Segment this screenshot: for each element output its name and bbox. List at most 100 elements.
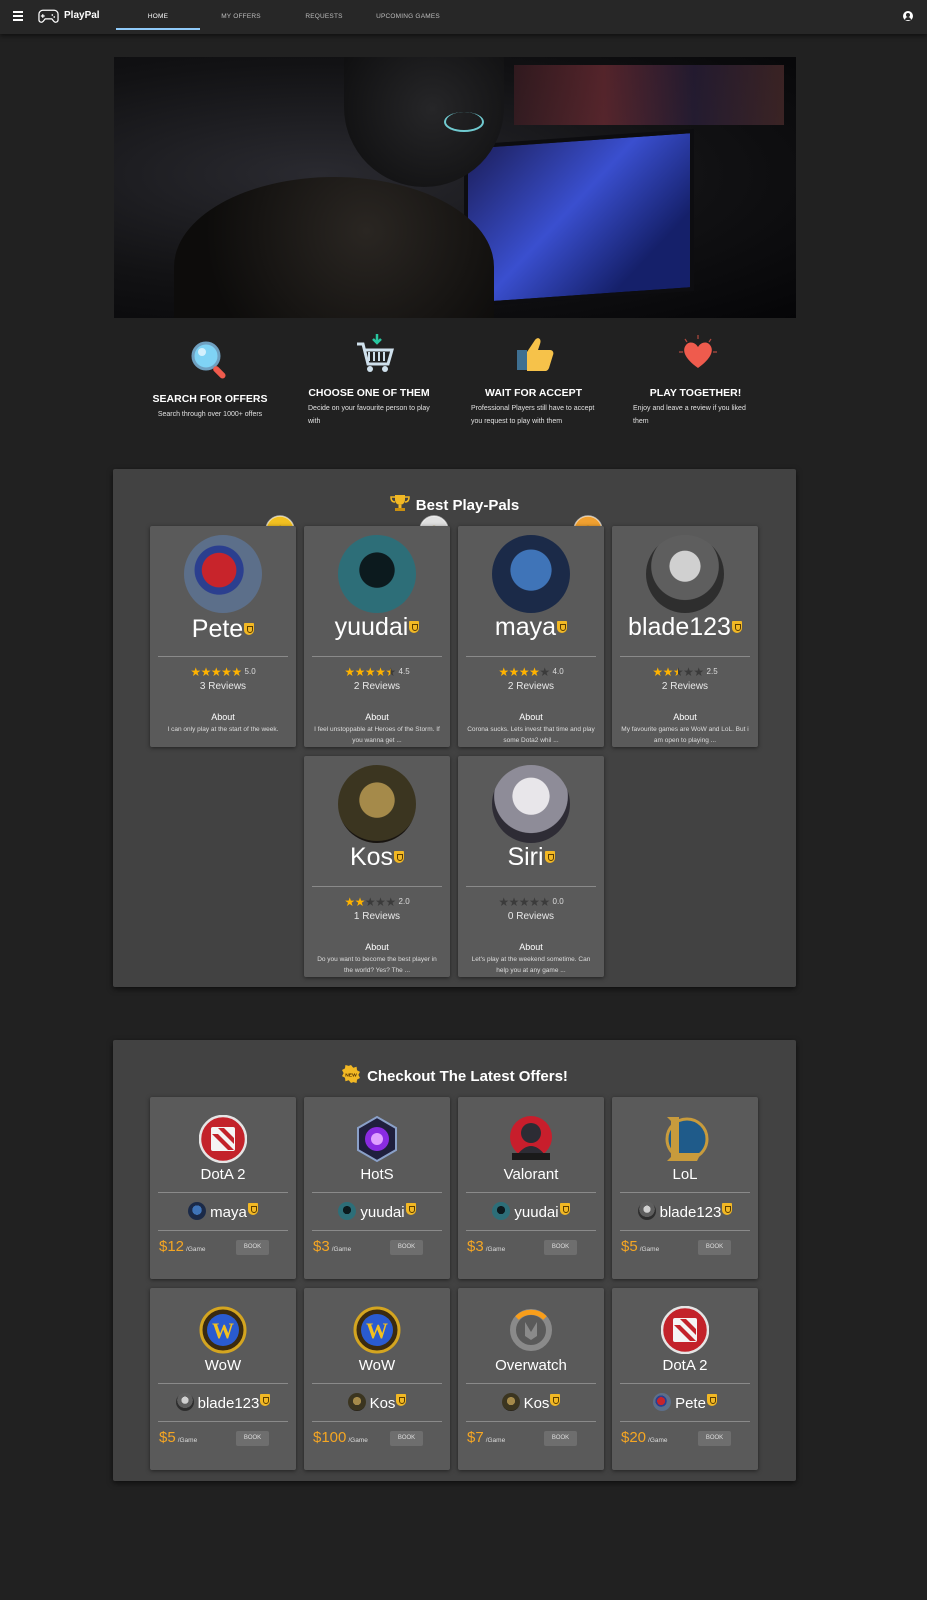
cart-icon: [357, 334, 394, 372]
offer-card[interactable]: DotA 2 Pete $20/Game BOOK: [612, 1288, 758, 1470]
star-empty-icon: ★: [508, 895, 520, 909]
thumbs-up-icon: [517, 338, 554, 371]
offer-owner[interactable]: yuudai: [304, 1202, 450, 1221]
star-icon: ★: [231, 665, 242, 679]
offer-owner[interactable]: yuudai: [458, 1202, 604, 1221]
offer-price: $12/Game: [159, 1238, 206, 1255]
offer-price: $5/Game: [159, 1429, 198, 1446]
pal-name: blade123: [612, 613, 758, 642]
star-half-icon: ★: [385, 665, 396, 679]
star-icon: ★: [498, 665, 509, 679]
verified-shield-icon: [394, 851, 405, 863]
offer-owner[interactable]: blade123: [150, 1393, 296, 1412]
step-desc: Professional Players still have to accep…: [471, 405, 595, 425]
top-app-bar: PlayPal HOME MY OFFERS REQUESTS UPCOMING…: [0, 0, 927, 34]
rating-value: 0.0: [552, 897, 564, 906]
book-button[interactable]: BOOK: [698, 1240, 731, 1255]
offer-owner[interactable]: Pete: [612, 1393, 758, 1412]
divider: [466, 1230, 596, 1231]
book-button[interactable]: BOOK: [544, 1240, 577, 1255]
play-pal-card[interactable]: Pete ★★★★★ 5.0 3 Reviews About I can onl…: [150, 526, 296, 747]
avatar: [338, 535, 416, 613]
divider: [620, 1383, 750, 1384]
game-name: WoW: [358, 1357, 396, 1374]
star-icon: ★: [518, 665, 530, 679]
star-icon: ★: [529, 665, 540, 679]
play-pal-card[interactable]: Kos ★★★★★ 2.0 1 Reviews About Do you wan…: [304, 756, 450, 977]
review-count: 2 Reviews: [353, 681, 401, 692]
play-pal-card[interactable]: Siri ★★★★★ 0.0 0 Reviews About Let's pla…: [458, 756, 604, 977]
offer-card[interactable]: HotS yuudai $3/Game BOOK: [304, 1097, 450, 1279]
step-choose: CHOOSE ONE OF THEM Decide on your favour…: [308, 387, 430, 428]
star-icon: ★: [344, 665, 355, 679]
avatar: [653, 1393, 672, 1411]
tab-my-offers[interactable]: MY OFFERS: [199, 0, 283, 34]
tab-upcoming-games[interactable]: UPCOMING GAMES: [366, 0, 450, 34]
offer-price: $20/Game: [621, 1429, 668, 1446]
about-text: Let's play at the weekend sometime. Can …: [471, 956, 591, 974]
book-button[interactable]: BOOK: [544, 1431, 577, 1446]
offer-card[interactable]: Valorant yuudai $3/Game BOOK: [458, 1097, 604, 1279]
book-button[interactable]: BOOK: [236, 1431, 269, 1446]
play-pal-card[interactable]: yuudai ★★★★★ 4.5 2 Reviews About I feel …: [304, 526, 450, 747]
divider: [620, 1192, 750, 1193]
step-title: PLAY TOGETHER!: [649, 387, 742, 399]
game-name: Overwatch: [495, 1357, 567, 1374]
game-name: HotS: [360, 1166, 394, 1183]
star-icon: ★: [508, 665, 520, 679]
divider: [158, 1230, 288, 1231]
about-text: I feel unstoppable at Heroes of the Stor…: [314, 726, 440, 744]
book-button[interactable]: BOOK: [390, 1431, 423, 1446]
avatar: [338, 765, 416, 843]
offer-card[interactable]: W WoW Kos $100/Game BOOK: [304, 1288, 450, 1470]
divider: [466, 1421, 596, 1422]
review-count: 2 Reviews: [661, 681, 709, 692]
star-empty-icon: ★: [518, 895, 530, 909]
star-empty-icon: ★: [385, 895, 396, 909]
rating-value: 2.5: [706, 667, 718, 676]
star-empty-icon: ★: [539, 665, 550, 679]
offer-owner[interactable]: blade123: [612, 1202, 758, 1221]
offer-card[interactable]: W WoW blade123 $5/Game BOOK: [150, 1288, 296, 1470]
star-icon: ★: [200, 665, 212, 679]
divider: [620, 1421, 750, 1422]
offer-owner[interactable]: Kos: [304, 1393, 450, 1412]
offer-card[interactable]: DotA 2 maya $12/Game BOOK: [150, 1097, 296, 1279]
review-count: 3 Reviews: [199, 681, 247, 692]
verified-shield-icon: [396, 1394, 407, 1406]
review-count: 2 Reviews: [507, 681, 555, 692]
divider: [466, 656, 596, 657]
book-button[interactable]: BOOK: [390, 1240, 423, 1255]
trophy-icon: [390, 495, 410, 511]
avatar: [492, 535, 570, 613]
account-icon[interactable]: [903, 11, 913, 21]
rating-stars: ★★★★★ 4.0: [458, 665, 604, 679]
tab-home[interactable]: HOME: [116, 0, 200, 34]
hamburger-menu-icon[interactable]: [13, 11, 23, 23]
book-button[interactable]: BOOK: [236, 1240, 269, 1255]
offer-owner[interactable]: maya: [150, 1202, 296, 1221]
app-name[interactable]: PlayPal: [64, 10, 100, 21]
tab-requests[interactable]: REQUESTS: [282, 0, 366, 34]
book-button[interactable]: BOOK: [698, 1431, 731, 1446]
offer-card[interactable]: Overwatch Kos $7/Game BOOK: [458, 1288, 604, 1470]
play-pal-card[interactable]: blade123 ★★★★★ 2.5 2 Reviews About My fa…: [612, 526, 758, 747]
latest-offers-title: NEW Checkout The Latest Offers!: [113, 1065, 796, 1085]
rating-stars: ★★★★★ 4.5: [304, 665, 450, 679]
offer-price: $3/Game: [313, 1238, 352, 1255]
best-play-pals-panel: Best Play-Pals 1 Pete ★★★★★ 5.0 3 Review…: [113, 469, 796, 987]
play-pal-card[interactable]: maya ★★★★★ 4.0 2 Reviews About Corona su…: [458, 526, 604, 747]
rating-value: 4.0: [552, 667, 564, 676]
step-search: SEARCH FOR OFFERS Search through over 10…: [150, 393, 270, 421]
divider: [158, 1192, 288, 1193]
gamepad-logo-icon[interactable]: [38, 9, 59, 23]
offer-owner[interactable]: Kos: [458, 1393, 604, 1412]
avatar: [175, 1393, 194, 1411]
pal-name: maya: [458, 613, 604, 642]
offer-price: $100/Game: [313, 1429, 368, 1446]
star-empty-icon: ★: [529, 895, 540, 909]
offer-card[interactable]: LoL blade123 $5/Game BOOK: [612, 1097, 758, 1279]
verified-shield-icon: [550, 1394, 561, 1406]
wow-icon: W: [353, 1306, 401, 1354]
rating-stars: ★★★★★ 0.0: [458, 895, 604, 909]
